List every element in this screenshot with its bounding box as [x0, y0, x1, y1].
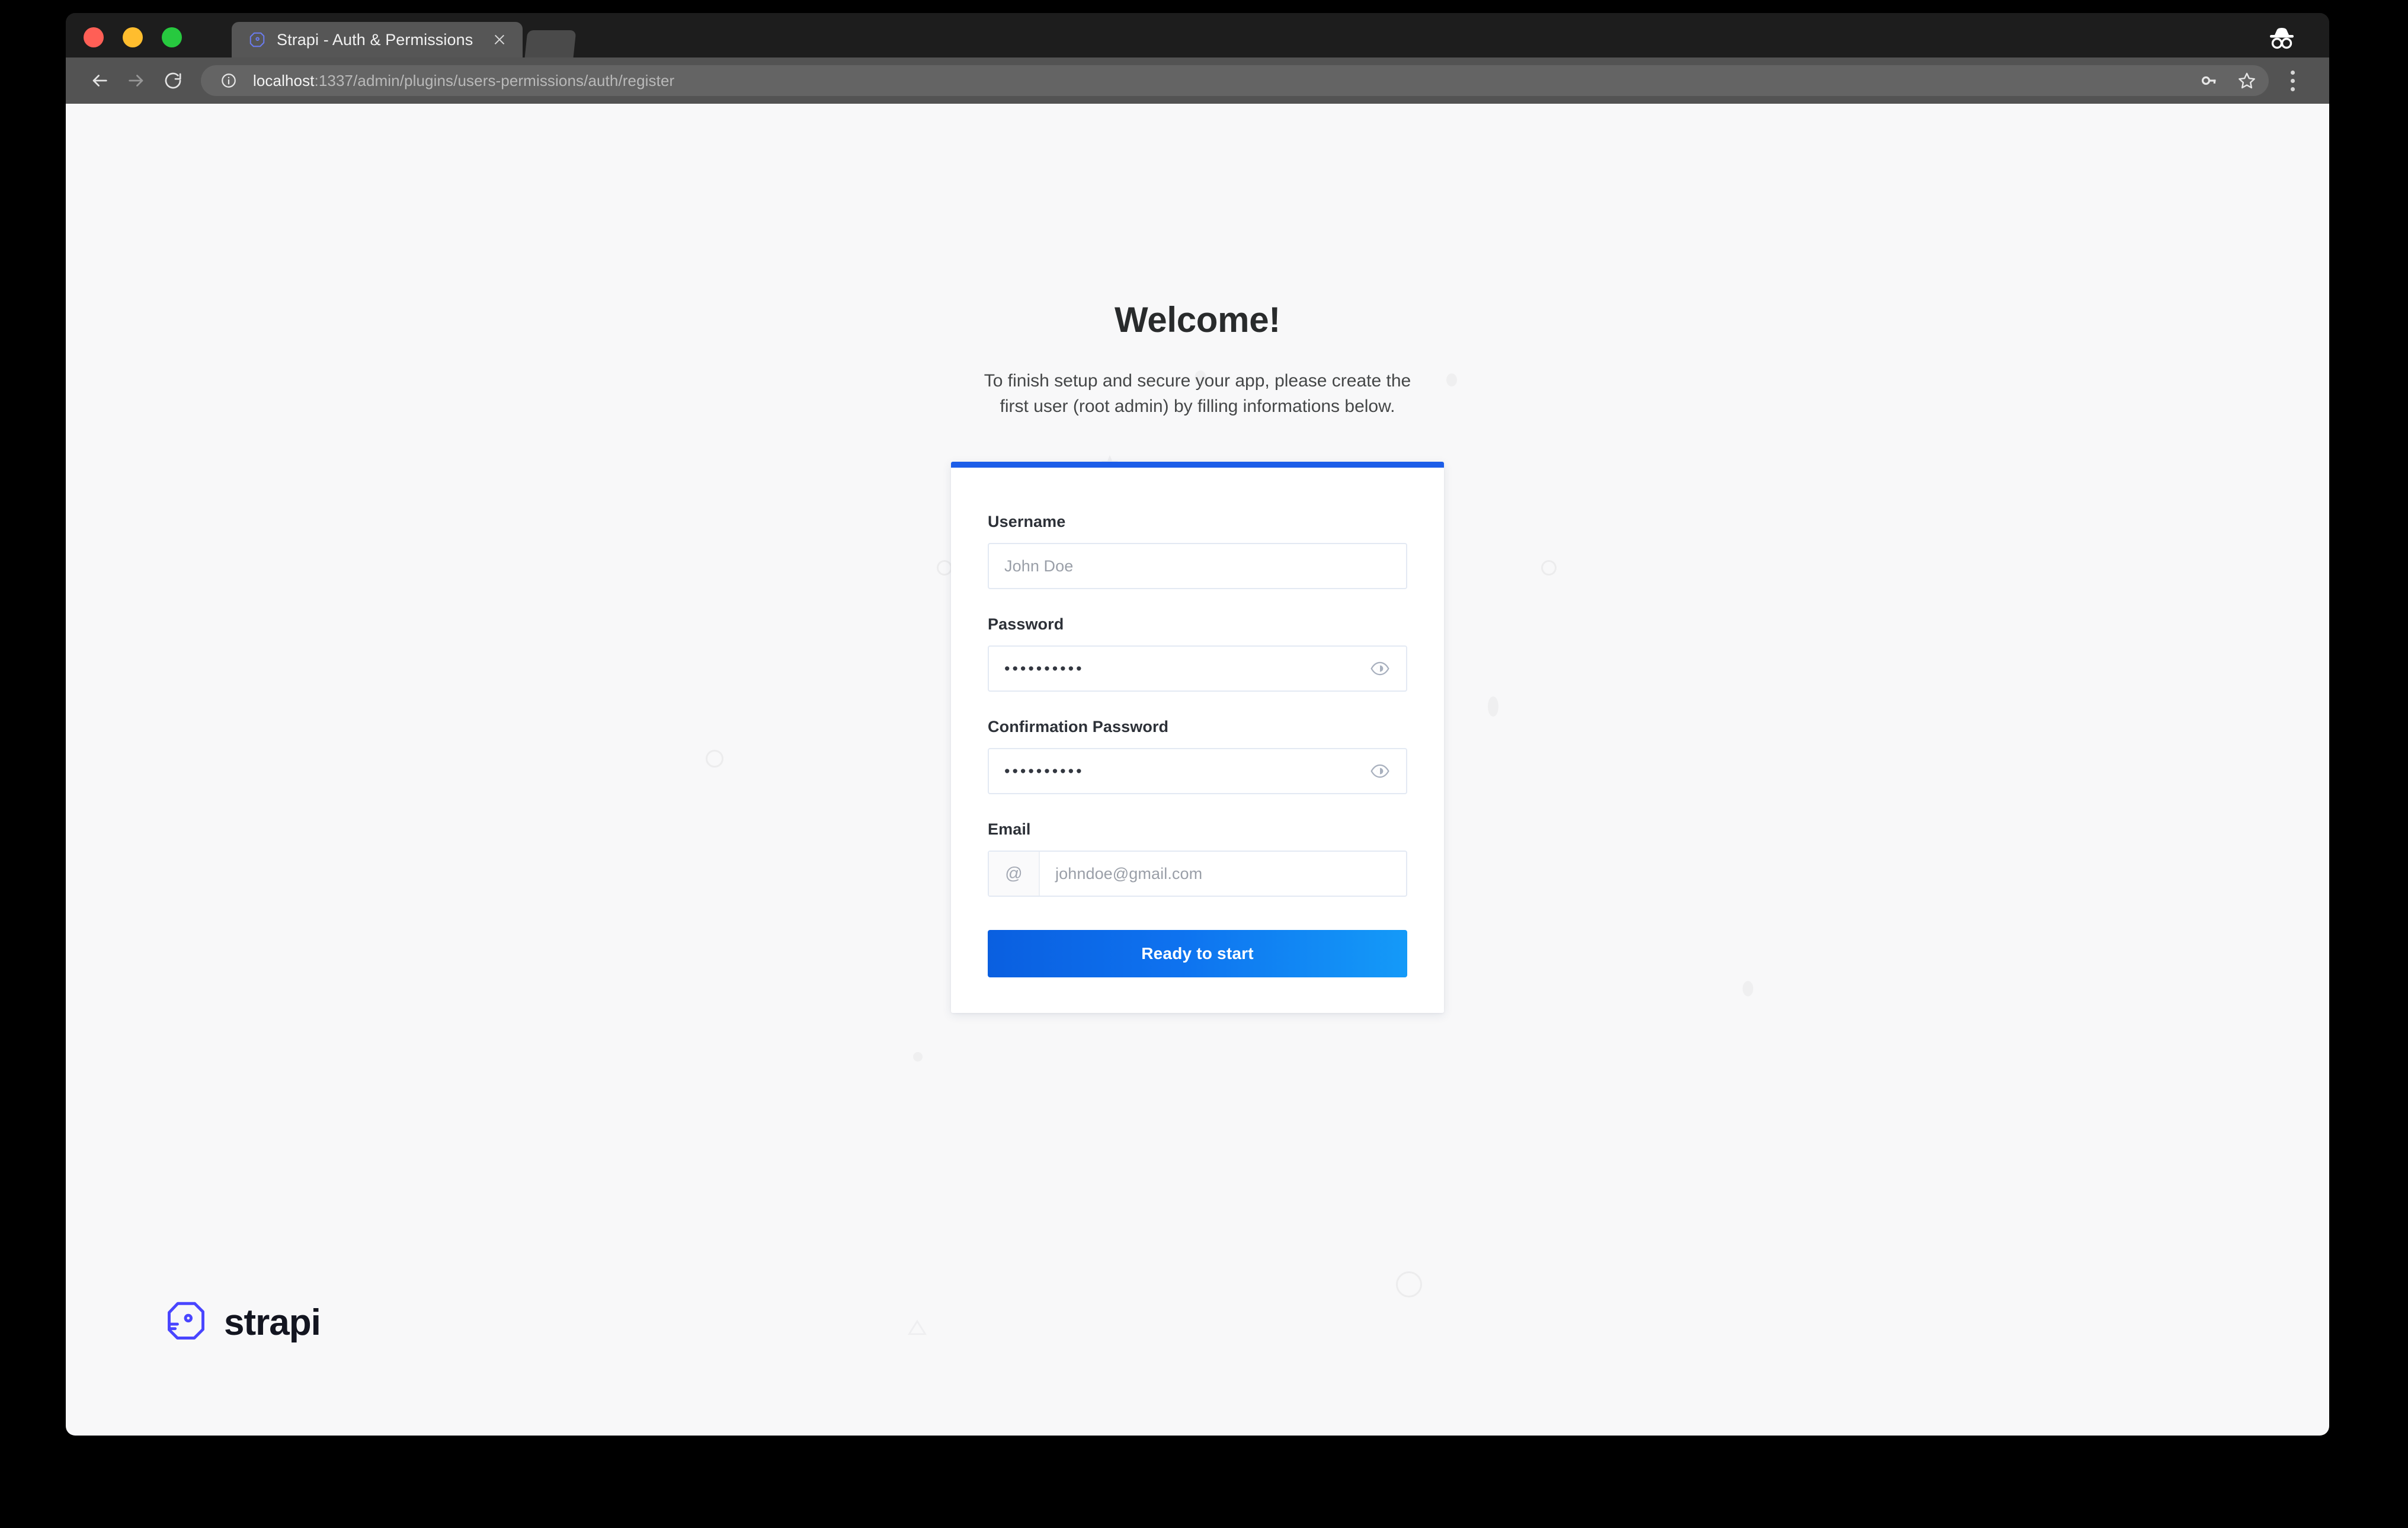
page-subtitle: To finish setup and secure your app, ple…	[984, 371, 1411, 416]
eye-icon[interactable]	[1367, 760, 1393, 782]
field-username: Username John Doe	[988, 513, 1407, 590]
ready-to-start-button[interactable]: Ready to start	[988, 930, 1407, 978]
page-title: Welcome!	[1115, 300, 1280, 340]
forward-arrow-icon[interactable]	[118, 62, 155, 99]
registration-form: Username John Doe Password •••••••••• Co…	[951, 468, 1444, 978]
incognito-icon	[2265, 25, 2298, 51]
address-bar-path: :1337/admin/plugins/users-permissions/au…	[314, 71, 675, 89]
address-bar-host: localhost	[253, 71, 315, 89]
browser-titlebar: Strapi - Auth & Permissions	[66, 13, 2329, 57]
site-info-icon[interactable]	[215, 67, 242, 94]
username-input-placeholder: John Doe	[1004, 557, 1074, 575]
decorative-triangle-icon	[907, 1319, 927, 1340]
password-label: Password	[988, 615, 1064, 634]
address-bar-url: localhost:1337/admin/plugins/users-permi…	[253, 72, 674, 90]
confirmation-password-input-value: ••••••••••	[1004, 762, 1084, 780]
confirmation-password-label: Confirmation Password	[988, 718, 1169, 736]
back-arrow-icon[interactable]	[81, 62, 118, 99]
eye-icon[interactable]	[1367, 658, 1393, 679]
address-bar[interactable]: localhost:1337/admin/plugins/users-permi…	[201, 65, 2269, 96]
strapi-logo-mark-icon	[164, 1299, 209, 1347]
at-symbol-icon: @	[989, 852, 1040, 896]
browser-tab-title: Strapi - Auth & Permissions	[277, 30, 473, 49]
password-input[interactable]: ••••••••••	[988, 645, 1407, 692]
key-icon[interactable]	[2195, 67, 2223, 94]
strapi-favicon-icon	[247, 30, 267, 50]
field-confirmation-password: Confirmation Password ••••••••••	[988, 718, 1407, 795]
browser-window: Strapi - Auth & Permissions localhost:13…	[66, 13, 2329, 1436]
new-tab-button[interactable]	[524, 30, 577, 57]
close-window-button[interactable]	[84, 27, 104, 47]
card-accent-bar	[951, 462, 1444, 468]
minimize-window-button[interactable]	[123, 27, 143, 47]
tab-strip: Strapi - Auth & Permissions	[232, 22, 577, 57]
window-controls	[84, 27, 182, 47]
email-label: Email	[988, 820, 1031, 839]
star-icon[interactable]	[2233, 67, 2260, 94]
browser-tab-active[interactable]: Strapi - Auth & Permissions	[232, 22, 523, 57]
page-viewport: Welcome! To finish setup and secure your…	[66, 104, 2329, 1436]
strapi-logo-text: strapi	[224, 1302, 321, 1343]
email-input[interactable]: @ johndoe@gmail.com	[988, 851, 1407, 897]
close-tab-icon[interactable]	[489, 30, 510, 50]
maximize-window-button[interactable]	[162, 27, 182, 47]
kebab-menu-icon[interactable]	[2276, 62, 2309, 99]
page-content: Welcome! To finish setup and secure your…	[66, 104, 2329, 1014]
field-password: Password ••••••••••	[988, 615, 1407, 692]
username-input[interactable]: John Doe	[988, 543, 1407, 590]
registration-card: Username John Doe Password •••••••••• Co…	[951, 462, 1444, 1014]
email-input-placeholder: johndoe@gmail.com	[1055, 864, 1203, 883]
username-label: Username	[988, 513, 1066, 531]
decorative-dot	[913, 1052, 923, 1062]
field-email: Email @ johndoe@gmail.com	[988, 820, 1407, 897]
strapi-logo: strapi	[164, 1299, 321, 1347]
decorative-circle	[1396, 1271, 1422, 1297]
confirmation-password-input[interactable]: ••••••••••	[988, 748, 1407, 795]
reload-icon[interactable]	[155, 62, 191, 99]
password-input-value: ••••••••••	[1004, 659, 1084, 677]
browser-toolbar: localhost:1337/admin/plugins/users-permi…	[66, 57, 2329, 104]
